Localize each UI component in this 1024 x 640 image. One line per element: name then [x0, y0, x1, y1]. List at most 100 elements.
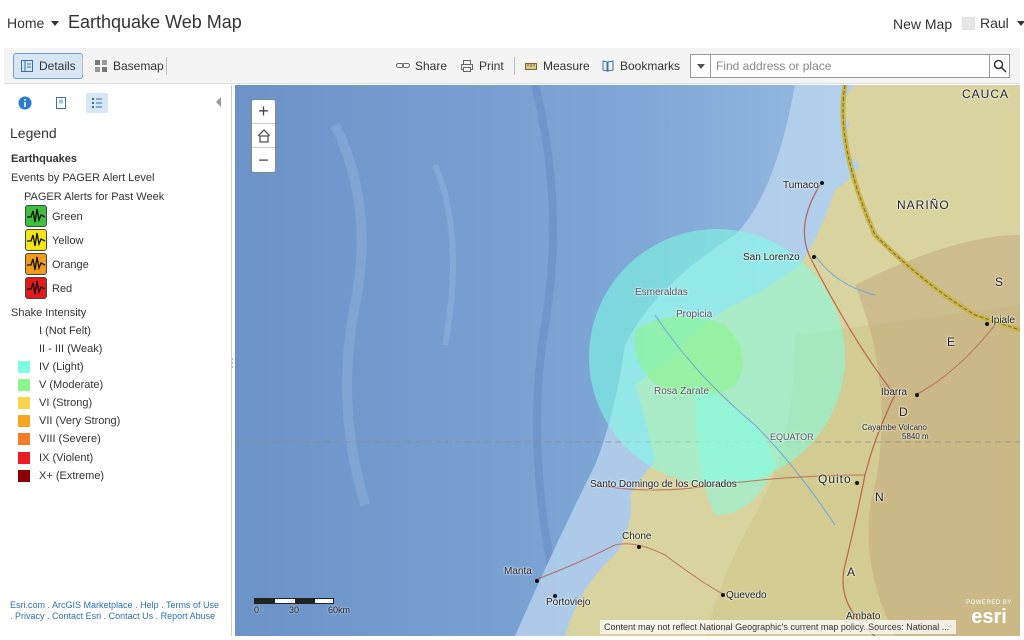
basemap-button[interactable]: Basemap: [88, 53, 170, 79]
basemap-icon: [94, 59, 108, 73]
seismograph-icon: [27, 280, 46, 295]
basemap-graphics: [235, 85, 1020, 636]
city-marker: [915, 393, 919, 397]
details-label: Details: [39, 59, 76, 73]
map-view[interactable]: CAUCA NARIÑO S E D N A: [235, 85, 1020, 636]
map-label-tumaco: Tumaco: [783, 180, 819, 191]
city-marker: [812, 255, 816, 259]
printer-icon: [460, 59, 474, 73]
toolbar-divider: [82, 57, 83, 75]
city-marker: [855, 481, 859, 485]
terms-link[interactable]: Terms of Use: [166, 600, 219, 610]
ruler-icon: [524, 59, 538, 73]
search-box: [690, 54, 1010, 78]
pager-yellow-swatch: [25, 229, 47, 251]
pager-yellow-label: Yellow: [52, 235, 84, 247]
shake-swatch: [18, 379, 30, 391]
print-button[interactable]: Print: [454, 53, 510, 79]
search-button[interactable]: [989, 55, 1009, 77]
search-input[interactable]: [711, 59, 989, 73]
city-marker: [637, 545, 641, 549]
map-label-n: N: [875, 490, 885, 504]
share-button[interactable]: Share: [390, 53, 453, 79]
zoom-out-button[interactable]: −: [252, 148, 275, 172]
map-attribution[interactable]: Content may not reflect National Geograp…: [600, 620, 956, 634]
esri-com-link[interactable]: Esri.com: [10, 600, 45, 610]
map-label-esmeraldas: Esmeraldas: [635, 287, 688, 298]
contact-esri-link[interactable]: Contact Esri: [52, 611, 101, 621]
details-button[interactable]: Details: [13, 53, 83, 79]
map-label-cayambe-elev: 5840 m: [902, 432, 929, 441]
shake-level-label: VI (Strong): [39, 397, 93, 409]
map-label-santo-domingo: Santo Domingo de los Colorados: [590, 479, 737, 490]
collapse-panel-icon[interactable]: [216, 97, 221, 107]
report-abuse-link[interactable]: Report Abuse: [161, 611, 216, 621]
map-label-chone: Chone: [622, 531, 652, 542]
map-label-portoviejo: Portoviejo: [546, 597, 591, 608]
basemap-label: Basemap: [113, 59, 164, 73]
bookmarks-button[interactable]: Bookmarks: [595, 53, 686, 79]
map-label-e: E: [947, 335, 957, 349]
toolbar: Details Basemap Share Print Measure Book…: [4, 48, 1020, 84]
shake-level-label: I (Not Felt): [39, 325, 91, 337]
scale-label-mid: 30: [289, 605, 300, 615]
pager-heading: PAGER Alerts for Past Week: [24, 191, 165, 203]
scale-label-zero: 0: [254, 605, 260, 615]
new-map-link[interactable]: New Map: [893, 16, 952, 32]
marketplace-link[interactable]: ArcGIS Marketplace: [52, 600, 133, 610]
map-label-ipiales: Ipiale: [991, 315, 1015, 326]
home-extent-button[interactable]: [252, 124, 275, 148]
map-label-propicia: Propicia: [676, 309, 713, 320]
map-label-narino: NARIÑO: [897, 198, 950, 212]
link-icon: [396, 59, 410, 73]
about-tab[interactable]: [14, 93, 36, 113]
map-label-rosa-zarate: Rosa Zarate: [654, 386, 710, 397]
pager-green-label: Green: [52, 211, 83, 223]
shake-swatch: [18, 361, 30, 373]
help-link[interactable]: Help: [140, 600, 159, 610]
home-icon: [257, 128, 270, 143]
user-menu[interactable]: Raul: [962, 15, 1024, 31]
seismograph-icon: [27, 208, 46, 223]
map-label-ibarra: Ibarra: [881, 387, 908, 398]
pager-orange-label: Orange: [52, 259, 89, 271]
page-title: Earthquake Web Map: [68, 12, 242, 32]
toolbar-divider: [514, 57, 515, 75]
map-label-equator: EQUATOR: [770, 432, 814, 442]
map-label-a: A: [847, 565, 857, 579]
panel-splitter[interactable]: [231, 356, 234, 368]
legend-tab[interactable]: [86, 93, 108, 113]
shake-level-label: II - III (Weak): [39, 343, 103, 355]
avatar: [962, 16, 975, 30]
city-marker: [721, 593, 725, 597]
chevron-down-icon: [1016, 20, 1024, 26]
shake-level-label: VIII (Severe): [39, 433, 101, 445]
zoom-in-button[interactable]: +: [252, 100, 275, 124]
shake-swatch: [18, 470, 30, 482]
map-label-cayambe: Cayambe Volcano: [862, 423, 927, 432]
shake-swatch: [18, 397, 30, 409]
city-marker: [820, 181, 824, 185]
map-label-quevedo: Quevedo: [726, 590, 767, 601]
top-header: Home Earthquake Web Map New Map Raul: [0, 0, 1024, 48]
shake-level-label: IX (Violent): [39, 452, 94, 464]
contact-us-link[interactable]: Contact Us: [109, 611, 154, 621]
privacy-link[interactable]: Privacy: [15, 611, 45, 621]
pager-red-swatch: [25, 277, 47, 299]
measure-button[interactable]: Measure: [518, 53, 596, 79]
share-label: Share: [415, 59, 448, 73]
shake-swatch: [18, 415, 30, 427]
user-name: Raul: [980, 15, 1009, 31]
shake-heading: Shake Intensity: [11, 307, 87, 319]
shake-level-label: VII (Very Strong): [39, 415, 121, 427]
seismograph-icon: [27, 256, 46, 271]
scale-bar: [254, 598, 334, 604]
search-source-dropdown[interactable]: [691, 55, 711, 77]
chevron-down-icon: [51, 20, 60, 26]
chevron-down-icon: [696, 63, 705, 69]
toolbar-divider: [166, 57, 167, 75]
legend-panel: Legend Earthquakes Events by PAGER Alert…: [4, 85, 232, 636]
home-menu[interactable]: Home: [7, 15, 60, 31]
content-tab[interactable]: [50, 93, 72, 113]
pager-green-swatch: [25, 205, 47, 227]
